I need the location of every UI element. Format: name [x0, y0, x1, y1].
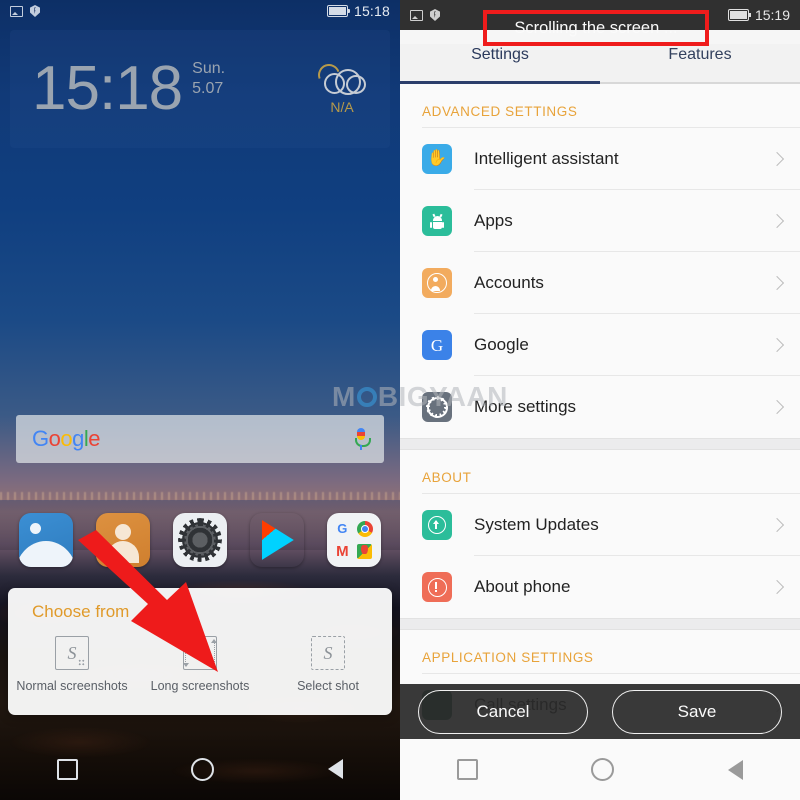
scrolling-toast-highlight: Scrolling the screen ...	[483, 10, 709, 46]
home-icon[interactable]	[591, 758, 615, 781]
account-icon	[422, 268, 452, 298]
gear-icon	[422, 392, 452, 422]
left-nav-bar	[0, 738, 400, 800]
clock-widget-day: Sun.	[192, 60, 226, 77]
contacts-app-icon[interactable]	[96, 513, 151, 567]
option-select-shot[interactable]: S Select shot	[264, 636, 392, 693]
clock-widget[interactable]: 15:18 Sun. 5.07 N/A	[10, 30, 390, 148]
shield-icon	[30, 5, 40, 17]
weather-value: N/A	[330, 99, 354, 115]
google-search-bar[interactable]: Google	[16, 415, 384, 463]
google-g-icon: G	[337, 521, 348, 537]
gallery-app-icon[interactable]	[19, 513, 74, 567]
settings-row-google[interactable]: G Google	[400, 314, 800, 376]
section-header-about: ABOUT	[422, 470, 472, 485]
tab-features[interactable]: Features	[600, 44, 800, 84]
google-icon: G	[422, 330, 452, 360]
image-icon	[10, 5, 23, 17]
row-label: Accounts	[474, 273, 544, 292]
section-header-application: APPLICATION SETTINGS	[422, 650, 594, 665]
scroll-capture-action-bar: Cancel Save	[400, 684, 800, 739]
normal-screenshot-icon: S	[55, 636, 89, 670]
maps-icon	[354, 541, 376, 563]
chevron-right-icon	[769, 151, 785, 167]
hand-icon: ✋	[422, 144, 452, 174]
section-divider	[400, 438, 800, 450]
chevron-right-icon	[769, 213, 785, 229]
battery-icon	[326, 5, 351, 17]
chevron-right-icon	[769, 579, 785, 595]
row-label: About phone	[474, 577, 571, 596]
toast-text: Scrolling the screen ...	[514, 18, 678, 37]
google-logo: Google	[32, 426, 101, 451]
row-label: Google	[474, 335, 529, 354]
settings-row-system-updates[interactable]: System Updates	[400, 494, 800, 556]
chrome-icon	[354, 518, 376, 540]
wallpaper-city-lights	[0, 492, 400, 500]
left-phone-screen: 15:18 15:18 Sun. 5.07 N/A Google G M Cho…	[0, 0, 400, 800]
long-screenshot-icon: S	[182, 636, 218, 670]
right-phone-screen: 15:19 Scrolling the screen ... Settings …	[400, 0, 800, 800]
exclamation-icon	[422, 572, 452, 602]
home-icon[interactable]	[191, 757, 215, 781]
row-label: System Updates	[474, 515, 599, 534]
sheet-title: Choose from	[32, 602, 130, 621]
clock-widget-datenum: 5.07	[192, 80, 224, 97]
option-long-screenshots[interactable]: S Long screenshots	[136, 636, 264, 693]
chevron-right-icon	[769, 399, 785, 415]
image-icon	[410, 9, 423, 21]
select-shot-icon: S	[311, 636, 345, 670]
row-label: Apps	[474, 211, 513, 230]
play-store-app-icon[interactable]	[250, 513, 304, 567]
tab-settings[interactable]: Settings	[400, 44, 600, 84]
weather-widget[interactable]: N/A	[314, 60, 368, 115]
row-label: Intelligent assistant	[474, 149, 619, 168]
dual-phone-screenshot: 15:18 15:18 Sun. 5.07 N/A Google G M Cho…	[0, 0, 800, 800]
gmail-icon: M	[336, 542, 349, 560]
recents-icon[interactable]	[56, 758, 78, 780]
settings-row-more-settings[interactable]: More settings	[400, 376, 800, 438]
shield-icon	[430, 9, 440, 21]
chevron-right-icon	[769, 275, 785, 291]
status-bar-clock: 15:18	[353, 3, 390, 19]
settings-row-accounts[interactable]: Accounts	[400, 252, 800, 314]
screenshot-choose-sheet: Choose from S Normal screenshots S Long …	[8, 588, 392, 715]
google-folder-icon[interactable]: G M	[326, 513, 381, 567]
battery-icon	[727, 9, 752, 21]
settings-row-about-phone[interactable]: About phone	[400, 556, 800, 618]
app-dock: G M	[0, 505, 400, 575]
section-header-advanced: ADVANCED SETTINGS	[422, 104, 578, 119]
option-label: Normal screenshots	[16, 679, 128, 693]
android-icon	[422, 206, 452, 236]
microphone-icon[interactable]	[354, 428, 371, 450]
option-normal-screenshots[interactable]: S Normal screenshots	[8, 636, 136, 693]
save-button[interactable]: Save	[612, 689, 782, 734]
chevron-right-icon	[769, 337, 785, 353]
settings-row-intelligent-assistant[interactable]: ✋ Intelligent assistant	[400, 128, 800, 190]
back-icon[interactable]	[728, 759, 744, 780]
tab-active-indicator	[400, 81, 600, 84]
section-divider	[400, 618, 800, 630]
settings-app-icon[interactable]	[172, 513, 227, 567]
row-label: More settings	[474, 397, 577, 416]
option-label: Long screenshots	[150, 679, 250, 693]
status-bar-clock: 15:19	[754, 7, 790, 23]
option-label: Select shot	[297, 679, 359, 693]
up-arrow-icon	[422, 510, 452, 540]
settings-tab-bar: Settings Features	[400, 44, 800, 84]
chevron-right-icon	[769, 517, 785, 533]
clock-widget-date: Sun. 5.07	[192, 59, 225, 99]
tab-inactive-line	[600, 82, 800, 84]
back-icon[interactable]	[328, 759, 344, 779]
clock-widget-time: 15:18	[32, 54, 183, 123]
settings-row-apps[interactable]: Apps	[400, 190, 800, 252]
cancel-button[interactable]: Cancel	[418, 689, 588, 734]
recents-icon[interactable]	[456, 759, 478, 780]
moon-cloud-icon	[314, 60, 368, 97]
right-nav-bar	[400, 739, 800, 800]
left-status-bar: 15:18	[0, 0, 400, 22]
